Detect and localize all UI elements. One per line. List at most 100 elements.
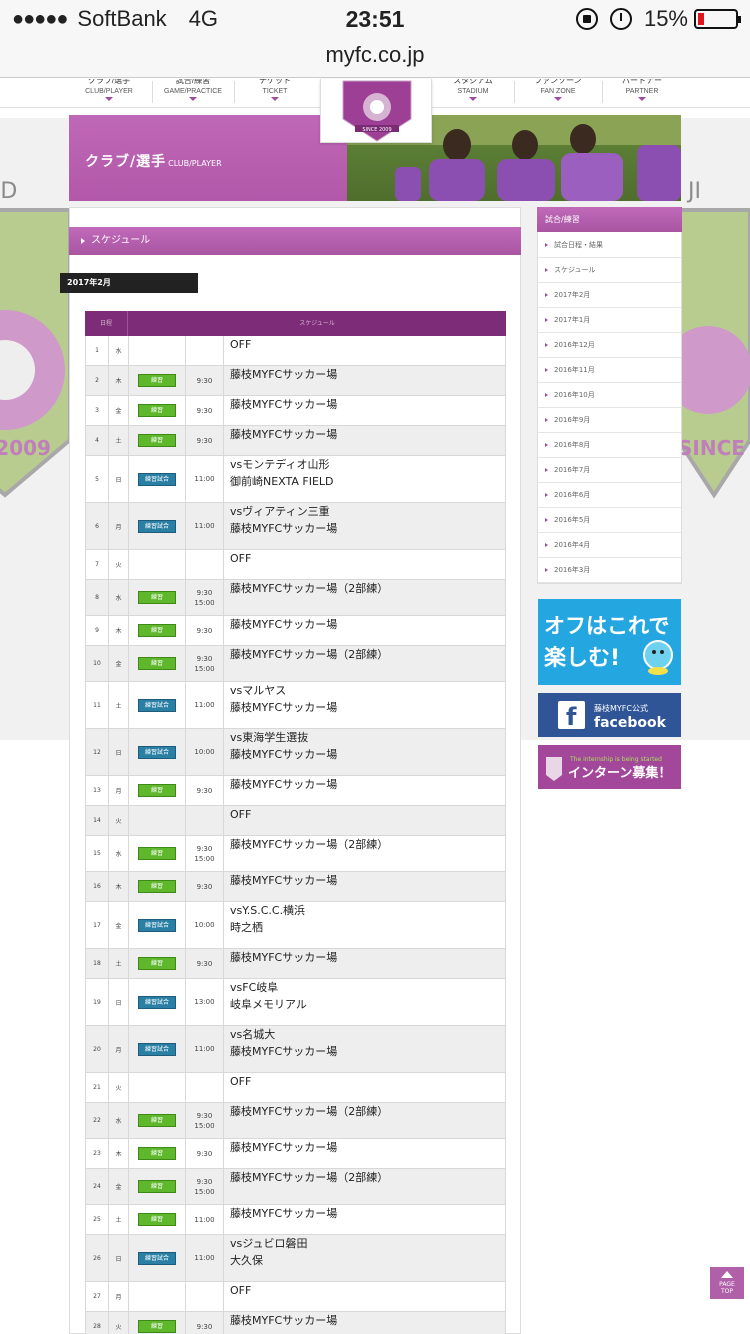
table-row: 22 水練習 9:30 15:00 藤枝MYFCサッカー場（2部練） [85,1103,506,1139]
type-cell: 練習 [129,426,186,455]
time-value: 9:30 [196,882,213,891]
sidebar-item[interactable]: 2017年2月 [538,283,681,308]
schedule-text: 藤枝MYFCサッカー場 [230,1141,338,1154]
schedule-cell: OFF [224,550,506,579]
schedule-text: 藤枝MYFCサッカー場 [230,368,338,381]
practice-badge: 練習 [138,1320,176,1333]
schedule-cell: 藤枝MYFCサッカー場 [224,776,506,805]
weekday: 月 [109,1282,129,1311]
time-value: 9:30 [196,1111,213,1120]
schedule-text: vsY.S.C.C.横浜 [230,904,306,917]
schedule-text: vs東海学生選抜 [230,731,309,744]
sidebar-item[interactable]: 2016年4月 [538,533,681,558]
nav-fan-zone[interactable]: ファンゾーン FAN ZONE [516,79,600,107]
table-row: 17 金練習試合 10:00 vsY.S.C.C.横浜 時之栖 [85,902,506,949]
nav-ticket[interactable]: チケット TICKET [236,79,314,107]
table-row: 23 木練習 9:30 藤枝MYFCサッカー場 [85,1139,506,1169]
sidebar-item[interactable]: 2016年5月 [538,508,681,533]
sidebar-item[interactable]: 2016年8月 [538,433,681,458]
practice-badge: 練習 [138,374,176,387]
schedule-cell: OFF [224,336,506,365]
screen: ●●●●● SoftBank 4G 23:51 15% myfc.co.jp I… [0,0,750,1334]
schedule-cell: 藤枝MYFCサッカー場 [224,1205,506,1234]
schedule-text: 藤枝MYFCサッカー場 [230,428,338,441]
weekday: 木 [109,872,129,901]
table-body: 1 水 OFF 2 木練習 9:30 藤枝MYFCサッカー場 3 金練習 9:30 藤枝MYFCサッ… [85,336,506,1334]
svg-text:オフはこれで: オフはこれで [544,614,669,638]
time-cell: 11:00 [186,682,224,728]
sidebar-item[interactable]: 2016年3月 [538,558,681,583]
time-cell: 9:30 [186,426,224,455]
day-number: 27 [86,1282,109,1311]
table-row: 8 水練習 9:30 15:00 藤枝MYFCサッカー場（2部練） [85,580,506,616]
table-row: 13 月練習 9:30 藤枝MYFCサッカー場 [85,776,506,806]
schedule-cell: OFF [224,806,506,835]
schedule-text: vsFC岐阜 [230,981,279,994]
sidebar-item[interactable]: 2017年1月 [538,308,681,333]
time-cell: 9:30 15:00 [186,646,224,681]
watermark-logo-left: IED CE 2009 [0,179,72,498]
schedule-cell: 藤枝MYFCサッカー場 [224,1139,506,1168]
club-logo[interactable]: SINCE 2009 [320,79,432,143]
type-cell: 練習 [129,949,186,978]
weekday: 月 [109,503,129,549]
match-badge: 練習試合 [138,918,176,932]
chevron-down-icon [271,97,279,101]
schedule-text: vsヴィアティン三重 [230,505,330,518]
url-bar[interactable]: myfc.co.jp [0,40,750,78]
header-schedule: スケジュール [299,320,335,327]
facebook-banner[interactable]: f 藤枝MYFC公式 facebook [538,693,681,737]
sidebar-item[interactable]: 試合日程・結果 [538,233,681,258]
internship-banner[interactable]: The internship is being started インターン募集！ [538,745,681,789]
battery-percent: 15% [643,6,688,31]
sidebar-item[interactable]: 2016年11月 [538,358,681,383]
time-cell: 11:00 [186,503,224,549]
time-value-2: 15:00 [194,598,215,607]
schedule-cell: vsモンテディオ山形 御前崎NEXTA FIELD [224,456,506,502]
time-cell: 9:30 [186,396,224,425]
nav-game-practice[interactable]: 試合/練習 GAME/PRACTICE [154,79,232,107]
table-row: 18 土練習 9:30 藤枝MYFCサッカー場 [85,949,506,979]
schedule-cell: 藤枝MYFCサッカー場 [224,1312,506,1334]
nav-stadium[interactable]: スタジアム STADIUM [434,79,512,107]
match-badge: 練習試合 [138,995,176,1009]
type-cell [129,1282,186,1311]
sidebar-item[interactable]: 2016年12月 [538,333,681,358]
page-top-button[interactable]: PAGE TOP [710,1267,744,1299]
sidebar-item[interactable]: 2016年6月 [538,483,681,508]
time-value: 11:00 [194,522,215,530]
type-cell: 練習 [129,1205,186,1234]
weekday: 土 [109,682,129,728]
sidebar-item[interactable]: スケジュール [538,258,681,283]
sidebar-item[interactable]: 2016年10月 [538,383,681,408]
sidebar-item[interactable]: 2016年9月 [538,408,681,433]
type-cell: 練習 [129,366,186,395]
practice-badge: 練習 [138,1213,176,1226]
table-row: 6 月練習試合 11:00 vsヴィアティン三重 藤枝MYFCサッカー場 [85,503,506,550]
nav-club-player[interactable]: クラブ/選手 CLUB/PLAYER [68,79,150,107]
table-row: 9 木練習 9:30 藤枝MYFCサッカー場 [85,616,506,646]
day-number: 16 [86,872,109,901]
time-value-2: 15:00 [194,664,215,673]
practice-badge: 練習 [138,1114,176,1127]
type-cell: 練習試合 [129,1026,186,1072]
time-value: 10:00 [194,748,215,756]
sidebar-item[interactable]: 2016年7月 [538,458,681,483]
day-number: 14 [86,806,109,835]
schedule-text: OFF [230,1284,252,1297]
promo-off-banner[interactable]: オフはこれで 楽しむ! [538,599,681,685]
schedule-cell: 藤枝MYFCサッカー場（2部練） [224,1169,506,1204]
match-badge: 練習試合 [138,1251,176,1265]
day-number: 21 [86,1073,109,1102]
day-number: 28 [86,1312,109,1334]
schedule-cell: vsFC岐阜 岐阜メモリアル [224,979,506,1025]
type-cell: 練習試合 [129,682,186,728]
schedule-cell: vsジュビロ磐田 大久保 [224,1235,506,1281]
svg-text:JI: JI [686,179,701,204]
nav-partner[interactable]: パートナー PARTNER [604,79,680,107]
schedule-cell: vs東海学生選抜 藤枝MYFCサッカー場 [224,729,506,775]
weekday: 金 [109,396,129,425]
time-cell: 9:30 [186,366,224,395]
table-row: 14 火 OFF [85,806,506,836]
time-cell: 10:00 [186,729,224,775]
